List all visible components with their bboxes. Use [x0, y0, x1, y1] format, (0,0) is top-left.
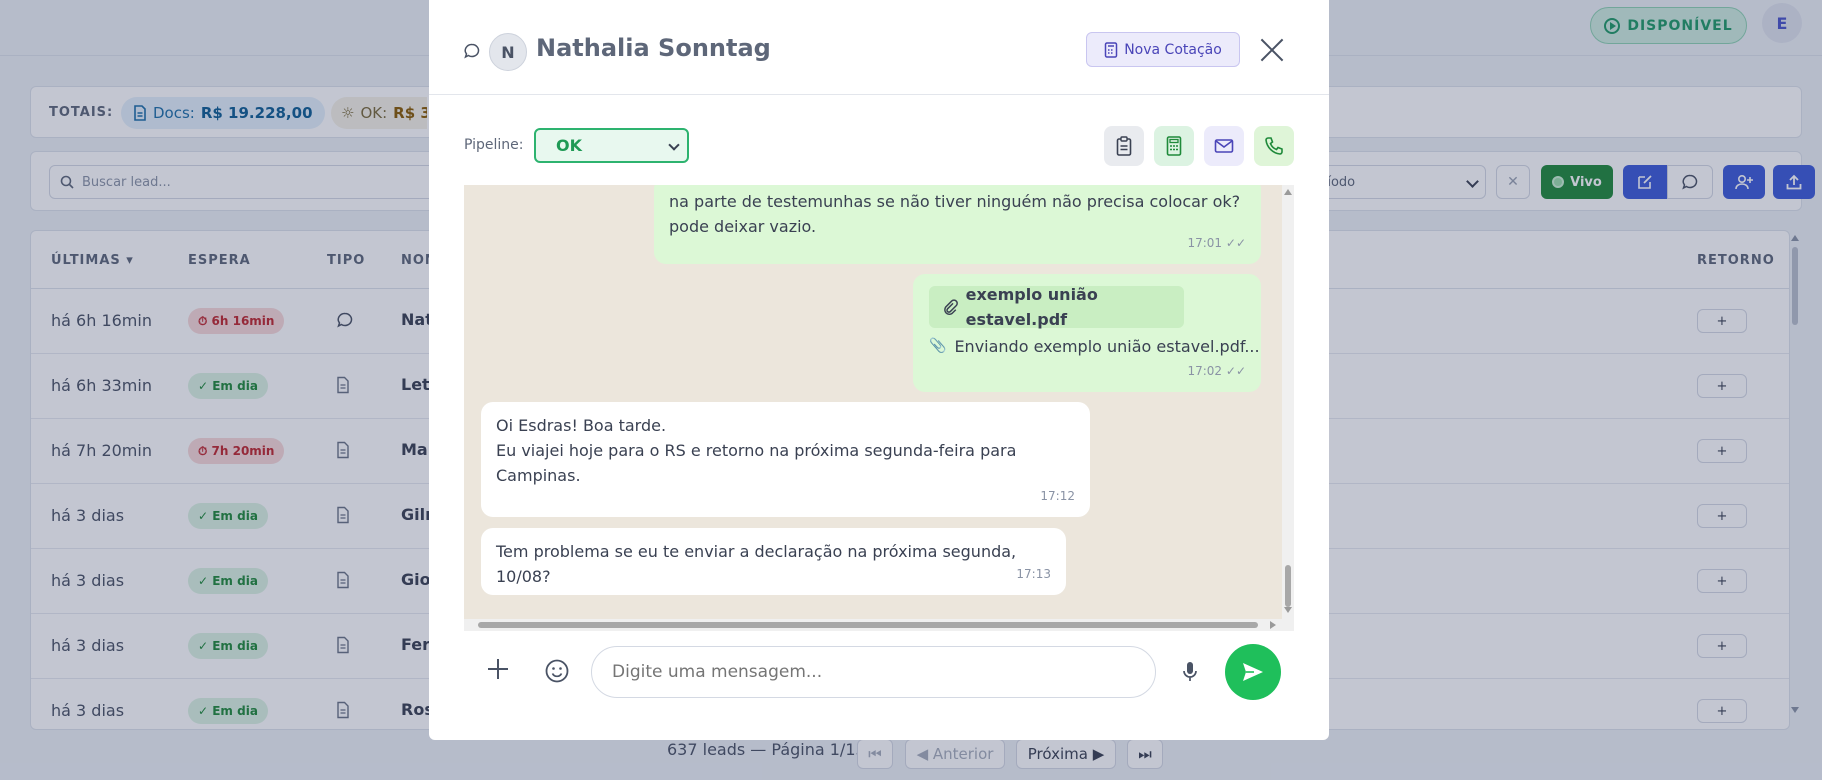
- pipeline-select-value: OK: [556, 136, 582, 155]
- chat-messages-area[interactable]: na parte de testemunhas se não tiver nin…: [464, 185, 1294, 631]
- attachment-filename: exemplo união estavel.pdf: [965, 285, 1098, 329]
- call-button[interactable]: [1254, 126, 1294, 166]
- message-text-line: Tem problema se eu te enviar a declaraçã…: [496, 542, 1017, 586]
- chat-modal: N Nathalia Sonntag Nova Cotação Pipeline…: [429, 0, 1329, 740]
- message-text-line: Eu viajei hoje para o RS e retorno na pr…: [496, 441, 1017, 460]
- calculator-icon: [1166, 136, 1182, 156]
- message-time: 17:12: [1040, 489, 1075, 503]
- message-text-line: na parte de testemunhas se não tiver nin…: [669, 192, 1241, 211]
- envelope-icon: [1214, 139, 1234, 153]
- microphone-icon[interactable]: [1182, 661, 1198, 683]
- scroll-down-arrow-icon[interactable]: [1284, 607, 1292, 613]
- emoji-icon[interactable]: [544, 658, 570, 684]
- message-bubble-incoming[interactable]: Oi Esdras! Boa tarde. Eu viajei hoje par…: [481, 402, 1090, 517]
- calculator-icon: [1104, 41, 1118, 58]
- pipeline-label: Pipeline:: [464, 137, 524, 153]
- scroll-up-arrow-icon[interactable]: [1284, 189, 1292, 195]
- send-icon: [1243, 663, 1263, 681]
- chevron-down-icon: [668, 139, 680, 151]
- pipeline-select[interactable]: OK: [534, 128, 689, 163]
- clipboard-button[interactable]: [1104, 126, 1144, 166]
- message-bubble-outgoing[interactable]: na parte de testemunhas se não tiver nin…: [654, 185, 1261, 264]
- message-composer: [464, 631, 1294, 711]
- chat-horizontal-scrollbar[interactable]: [464, 619, 1294, 631]
- close-icon[interactable]: [1258, 36, 1286, 64]
- message-input[interactable]: [591, 646, 1156, 698]
- attachment-chip[interactable]: exemplo união estavel.pdf: [929, 285, 1184, 329]
- plus-icon[interactable]: [486, 657, 510, 681]
- quote-calculator-button[interactable]: [1154, 126, 1194, 166]
- message-text-line: Enviando exemplo união estavel.pdf...: [954, 337, 1260, 356]
- paperclip-icon: 📎: [929, 338, 947, 354]
- email-button[interactable]: [1204, 126, 1244, 166]
- phone-icon: [1265, 137, 1283, 155]
- chat-vertical-scrollbar[interactable]: [1282, 185, 1294, 619]
- new-quote-button[interactable]: Nova Cotação: [1086, 32, 1240, 67]
- message-text-line: Campinas.: [496, 466, 581, 485]
- clipboard-icon: [1116, 136, 1132, 156]
- scrollbar-thumb[interactable]: [478, 622, 1258, 628]
- message-time: 17:02: [1187, 364, 1223, 378]
- message-bubble-outgoing-attachment[interactable]: exemplo união estavel.pdf 📎 Enviando exe…: [913, 274, 1261, 392]
- message-time: 17:13: [1016, 567, 1051, 581]
- contact-name: Nathalia Sonntag: [536, 34, 771, 62]
- send-button[interactable]: [1225, 644, 1281, 700]
- chat-modal-header: N Nathalia Sonntag Nova Cotação: [429, 0, 1329, 95]
- paperclip-icon: [944, 299, 958, 316]
- message-bubble-incoming[interactable]: Tem problema se eu te enviar a declaraçã…: [481, 528, 1066, 595]
- message-text-line: pode deixar vazio.: [669, 217, 817, 236]
- message-time: 17:01: [1187, 236, 1223, 250]
- double-check-icon: ✓✓: [1225, 364, 1246, 378]
- message-text-line: Oi Esdras! Boa tarde.: [496, 416, 667, 435]
- double-check-icon: ✓✓: [1225, 236, 1246, 250]
- contact-avatar: N: [489, 33, 527, 71]
- chat-bubble-icon: [464, 43, 480, 59]
- scrollbar-thumb[interactable]: [1285, 565, 1291, 607]
- scroll-right-arrow-icon[interactable]: [1270, 621, 1276, 629]
- new-quote-label: Nova Cotação: [1124, 41, 1222, 58]
